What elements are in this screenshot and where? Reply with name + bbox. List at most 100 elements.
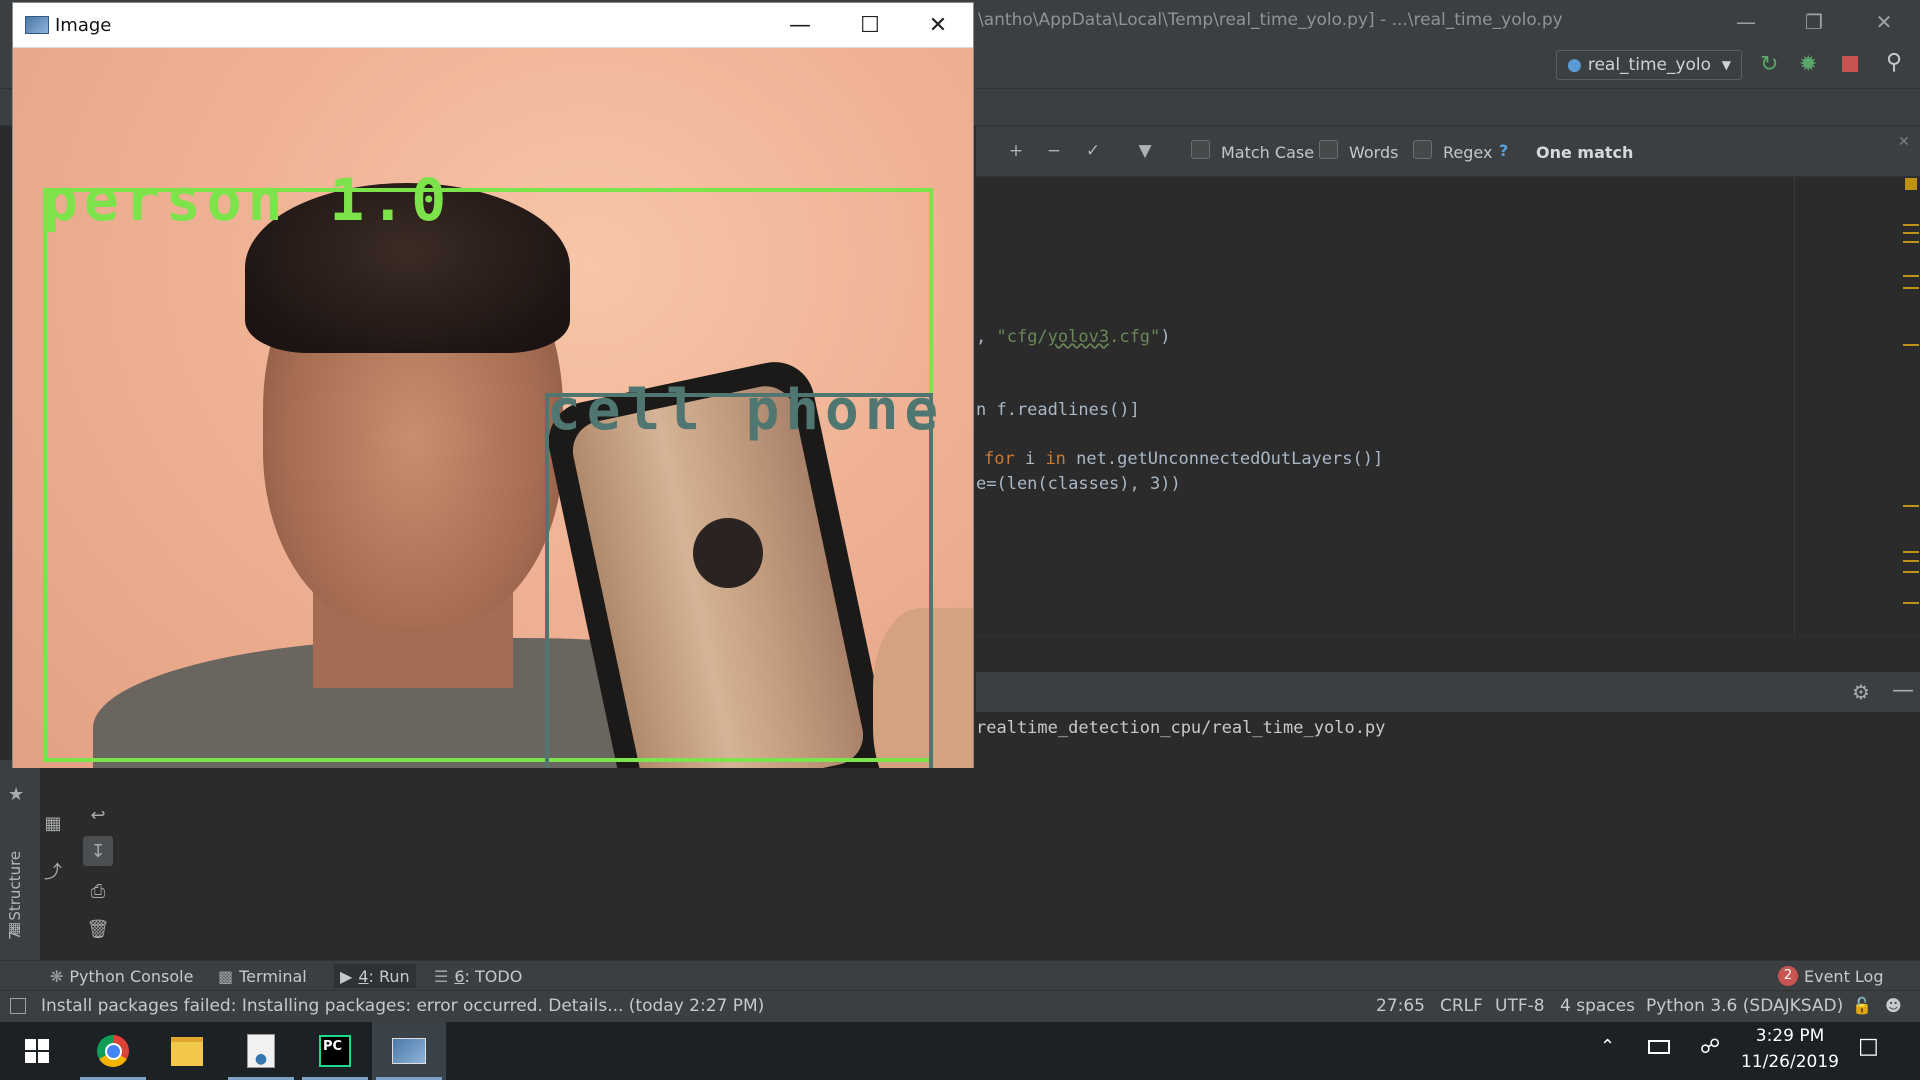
- error-stripe[interactable]: [1895, 177, 1920, 635]
- python-interpreter[interactable]: Python 3.6 (SDAJKSAD): [1646, 996, 1843, 1016]
- ide-restore-button[interactable]: ❐: [1778, 0, 1850, 44]
- close-find-icon[interactable]: ✕: [1898, 134, 1910, 150]
- pin-icon[interactable]: ⤴: [38, 856, 68, 886]
- tab-label: 4: Run: [358, 966, 410, 986]
- line-separator[interactable]: CRLF: [1440, 996, 1483, 1016]
- stripe-marker[interactable]: [1903, 275, 1919, 277]
- tab-run[interactable]: ▶ 4: Run: [334, 964, 416, 988]
- code-line: , "cfg/yolov3.cfg"): [976, 327, 1171, 347]
- python-file-icon: ●: [247, 1034, 275, 1068]
- cell-phone-bounding-box: [545, 393, 933, 768]
- scroll-to-end-icon[interactable]: ↧: [83, 836, 113, 866]
- python-icon: ●: [1567, 55, 1582, 75]
- image-minimize-button[interactable]: —: [765, 3, 835, 47]
- code-editor[interactable]: , "cfg/yolov3.cfg") n f.readlines()] for…: [976, 177, 1794, 635]
- stripe-marker[interactable]: [1903, 551, 1919, 553]
- tray-date[interactable]: 11/26/2019: [1730, 1052, 1850, 1072]
- right-margin-guide: [1794, 177, 1795, 635]
- search-result-count: One match: [1536, 143, 1634, 162]
- stripe-marker[interactable]: [1903, 505, 1919, 507]
- tab-label: 6: TODO: [454, 966, 523, 986]
- stripe-marker[interactable]: [1903, 241, 1919, 243]
- add-occurrence-icon[interactable]: +: [1003, 138, 1029, 164]
- cell-phone-detection-label: cell phone: [547, 378, 945, 443]
- remove-occurrence-icon[interactable]: −: [1041, 138, 1067, 164]
- windows-logo-icon: [25, 1039, 49, 1063]
- taskbar-image-window[interactable]: [372, 1022, 446, 1080]
- battery-icon[interactable]: [1648, 1040, 1670, 1054]
- caret-position[interactable]: 27:65: [1376, 996, 1425, 1016]
- hide-panel-icon[interactable]: —: [1892, 678, 1914, 703]
- stripe-marker[interactable]: [1903, 344, 1919, 346]
- regex-checkbox[interactable]: [1413, 140, 1432, 159]
- image-close-button[interactable]: ✕: [903, 3, 973, 47]
- image-window-titlebar[interactable]: Image — ☐ ✕: [13, 3, 973, 48]
- tab-label: Event Log: [1804, 966, 1884, 986]
- person-detection-label: person 1.0: [43, 166, 453, 234]
- ide-minimize-button[interactable]: —: [1710, 0, 1782, 44]
- wifi-icon[interactable]: ☍: [1700, 1034, 1720, 1058]
- tab-todo[interactable]: ☰ 6: TODO: [434, 964, 522, 988]
- python-icon: ❋: [50, 966, 64, 986]
- warning-indicator-icon[interactable]: [1905, 178, 1917, 190]
- soft-wrap-icon[interactable]: ↩: [83, 800, 113, 830]
- debug-icon[interactable]: ✹: [1799, 52, 1817, 77]
- inspector-icon[interactable]: ☻: [1885, 996, 1902, 1015]
- favorites-star-icon[interactable]: ★: [8, 784, 24, 805]
- image-window[interactable]: Image — ☐ ✕ person 1.0 cell phone: [12, 2, 974, 768]
- stripe-marker[interactable]: [1903, 232, 1919, 234]
- lock-icon[interactable]: 🔓: [1852, 996, 1872, 1015]
- chevron-down-icon: ▼: [1721, 58, 1731, 72]
- notification-center-icon[interactable]: □: [1858, 1034, 1879, 1059]
- stripe-marker[interactable]: [1903, 571, 1919, 573]
- windows-start-button[interactable]: [0, 1022, 74, 1080]
- gear-icon[interactable]: ⚙: [1852, 680, 1870, 704]
- rerun-icon[interactable]: ↻: [1760, 52, 1778, 77]
- taskbar-file-explorer[interactable]: [150, 1022, 224, 1080]
- stop-icon[interactable]: [1842, 56, 1858, 72]
- structure-icon: ▦: [8, 920, 22, 936]
- words-checkbox[interactable]: [1319, 140, 1338, 159]
- image-app-icon: [25, 16, 49, 34]
- folder-icon: [171, 1036, 203, 1066]
- tab-label: Python Console: [69, 966, 194, 986]
- indent-setting[interactable]: 4 spaces: [1560, 996, 1635, 1016]
- layout-icon[interactable]: ▦: [38, 808, 68, 838]
- terminal-icon: ▩: [218, 966, 234, 986]
- stripe-marker[interactable]: [1903, 287, 1919, 289]
- match-case-checkbox[interactable]: [1191, 140, 1210, 159]
- chrome-icon: [97, 1035, 129, 1067]
- ide-close-button[interactable]: ✕: [1848, 0, 1920, 44]
- search-icon[interactable]: ⚲: [1886, 50, 1902, 75]
- stripe-marker[interactable]: [1903, 602, 1919, 604]
- list-icon: ☰: [434, 966, 449, 986]
- select-all-occurrences-icon[interactable]: ✓: [1080, 138, 1106, 164]
- status-message[interactable]: Install packages failed: Installing pack…: [41, 996, 764, 1016]
- tab-event-log[interactable]: 2 Event Log: [1778, 964, 1884, 988]
- stripe-marker[interactable]: [1903, 560, 1919, 562]
- file-encoding[interactable]: UTF-8: [1495, 996, 1545, 1016]
- tab-label: Terminal: [239, 966, 307, 986]
- image-maximize-button[interactable]: ☐: [835, 3, 905, 47]
- ide-window-title: \antho\AppData\Local\Temp\real_time_yolo…: [978, 10, 1563, 30]
- run-configuration-select[interactable]: ● real_time_yolo ▼: [1556, 50, 1742, 80]
- print-icon[interactable]: ⎙: [83, 876, 113, 906]
- run-panel-header: [976, 672, 1920, 712]
- camera-frame: person 1.0 cell phone: [13, 48, 973, 768]
- code-line: n f.readlines()]: [976, 400, 1140, 420]
- tray-time[interactable]: 3:29 PM: [1740, 1026, 1840, 1046]
- filter-icon[interactable]: ▼: [1132, 138, 1158, 164]
- toggle-tool-windows-icon[interactable]: [10, 998, 26, 1014]
- editor-horizontal-scrollbar[interactable]: [976, 636, 1920, 673]
- code-line: e=(len(classes), 3)): [976, 474, 1181, 494]
- tab-terminal[interactable]: ▩ Terminal: [218, 964, 307, 988]
- stripe-marker[interactable]: [1903, 224, 1919, 226]
- tray-chevron-up-icon[interactable]: ⌃: [1600, 1036, 1615, 1057]
- taskbar-python[interactable]: ●: [224, 1022, 298, 1080]
- event-log-badge: 2: [1778, 966, 1798, 986]
- taskbar-pycharm[interactable]: PC: [298, 1022, 372, 1080]
- taskbar-chrome[interactable]: [76, 1022, 150, 1080]
- tab-python-console[interactable]: ❋ Python Console: [50, 964, 193, 988]
- regex-help-link[interactable]: ?: [1499, 141, 1508, 160]
- trash-icon[interactable]: 🗑: [83, 914, 113, 944]
